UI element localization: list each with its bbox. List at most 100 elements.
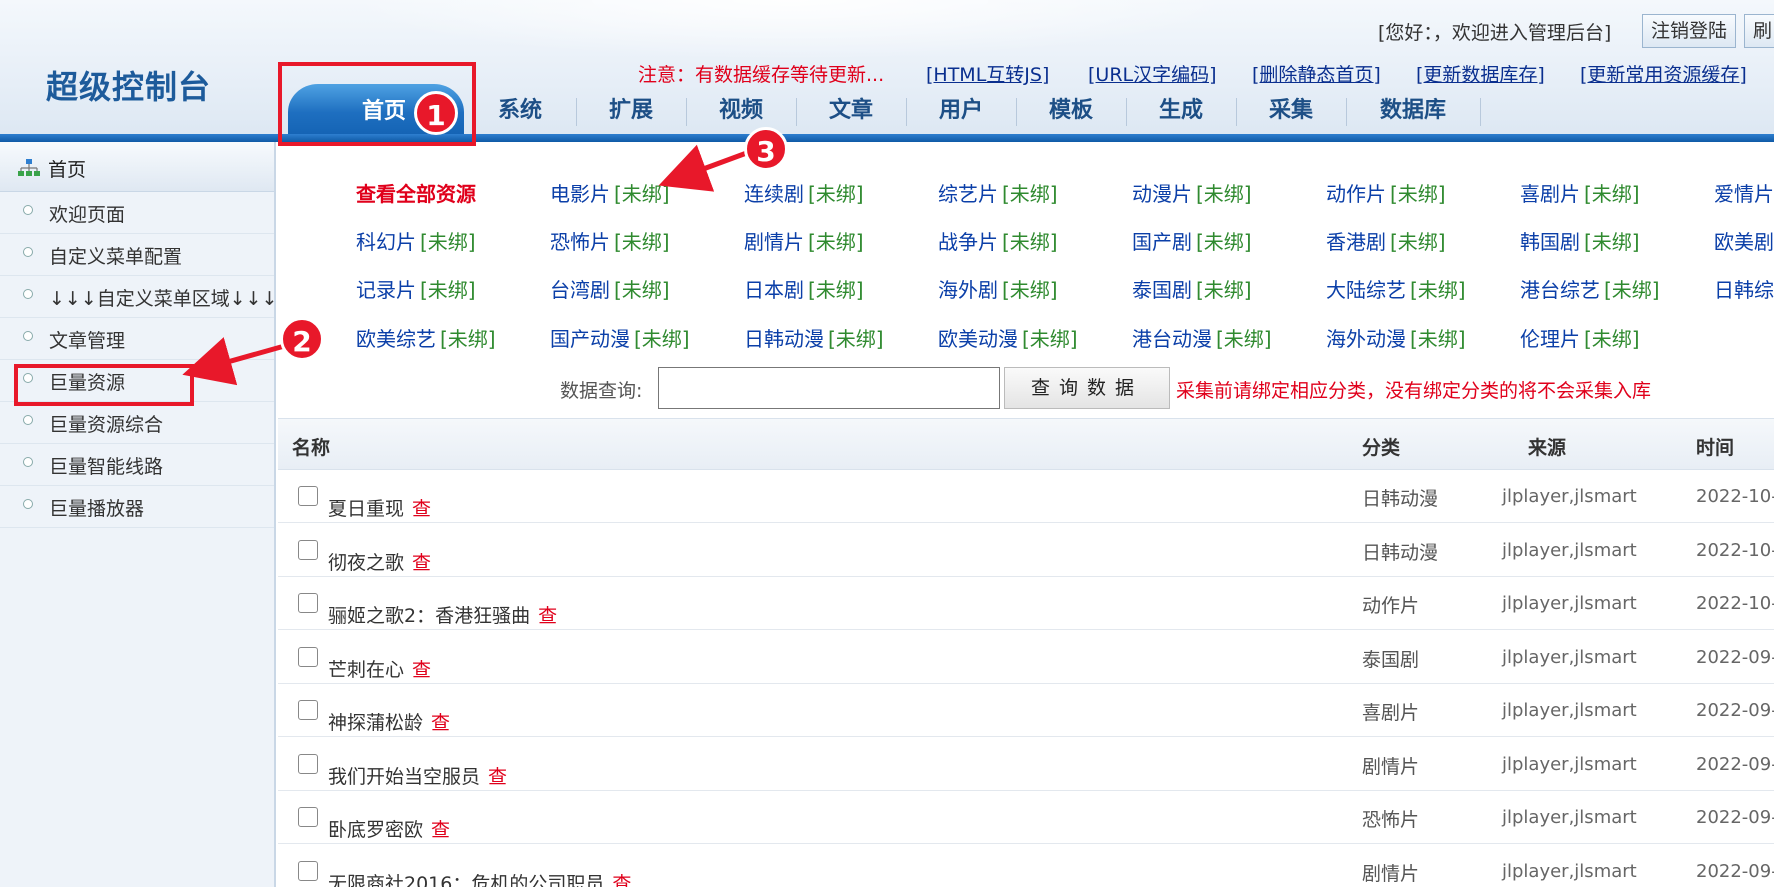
category-link[interactable]: 韩国剧 [未绑] <box>1520 226 1640 255</box>
bind-status[interactable]: [未绑] <box>1390 182 1446 206</box>
category-link[interactable]: 日本剧 [未绑] <box>744 274 864 303</box>
row-name[interactable]: 卧底罗密欧 <box>328 819 423 841</box>
row-checkbox[interactable] <box>298 486 318 506</box>
bind-status[interactable]: [未绑] <box>808 278 864 302</box>
category-link[interactable]: 欧美剧[未绑] <box>1714 226 1774 255</box>
row-name[interactable]: 芒刺在心 <box>328 659 404 681</box>
bind-status[interactable]: [未绑] <box>1604 278 1660 302</box>
bind-status[interactable]: [未绑] <box>1002 278 1058 302</box>
column-category[interactable]: 分类 <box>1362 433 1400 460</box>
update-resource-cache-link[interactable]: [更新常用资源缓存] <box>1580 60 1747 87</box>
search-input[interactable] <box>658 367 1000 409</box>
category-link[interactable]: 国产动漫 [未绑] <box>550 323 690 352</box>
bind-status[interactable]: [未绑] <box>440 327 496 351</box>
category-link[interactable]: 动作片 [未绑] <box>1326 178 1446 207</box>
bind-status[interactable]: [未绑] <box>1584 230 1640 254</box>
category-link[interactable]: 欧美动漫 [未绑] <box>938 323 1078 352</box>
category-link[interactable]: 日韩综[未绑] <box>1714 274 1774 303</box>
sidebar-item-custom-area[interactable]: ↓↓↓自定义菜单区域↓↓↓ <box>0 276 278 318</box>
category-link[interactable]: 港台综艺 [未绑] <box>1520 274 1660 303</box>
view-link[interactable]: 查 <box>488 766 507 788</box>
logout-button[interactable]: 注销登陆 <box>1642 14 1736 48</box>
tab-generate[interactable]: 生成 <box>1126 84 1236 134</box>
category-link[interactable]: 剧情片 [未绑] <box>744 226 864 255</box>
category-link[interactable]: 战争片 [未绑] <box>938 226 1058 255</box>
category-link[interactable]: 国产剧 [未绑] <box>1132 226 1252 255</box>
bind-status[interactable]: [未绑] <box>828 327 884 351</box>
bind-status[interactable]: [未绑] <box>1584 182 1640 206</box>
row-name[interactable]: 骊姬之歌2：香港狂骚曲 <box>328 605 530 627</box>
category-link[interactable]: 记录片 [未绑] <box>356 274 476 303</box>
bind-status[interactable]: [未绑] <box>1216 327 1272 351</box>
category-link[interactable]: 海外剧 [未绑] <box>938 274 1058 303</box>
tab-video[interactable]: 视频 <box>686 84 796 134</box>
sidebar-item-welcome[interactable]: 欢迎页面 <box>0 192 274 234</box>
refresh-button[interactable]: 刷 <box>1744 14 1774 48</box>
row-name[interactable]: 无限商社2016：危机的公司职员 <box>328 873 604 887</box>
category-link[interactable]: 电影片 [未绑] <box>550 178 670 207</box>
view-link[interactable]: 查 <box>538 605 557 627</box>
update-database-link[interactable]: [更新数据库存] <box>1416 60 1545 87</box>
search-button[interactable]: 查询数据 <box>1004 367 1170 409</box>
column-name[interactable]: 名称 <box>292 433 330 460</box>
row-checkbox[interactable] <box>298 646 318 667</box>
bind-status[interactable]: [未绑] <box>1022 327 1078 351</box>
category-link[interactable]: 连续剧 [未绑] <box>744 178 864 207</box>
row-name[interactable]: 我们开始当空服员 <box>328 766 480 788</box>
bind-status[interactable]: [未绑] <box>614 230 670 254</box>
category-link[interactable]: 港台动漫 [未绑] <box>1132 323 1272 352</box>
column-time[interactable]: 时间 <box>1696 433 1734 460</box>
bind-status[interactable]: [未绑] <box>1196 230 1252 254</box>
row-checkbox[interactable] <box>298 860 318 881</box>
sidebar-item-articles[interactable]: 文章管理 <box>0 318 274 360</box>
tab-system[interactable]: 系统 <box>464 84 576 134</box>
category-link[interactable]: 大陆综艺 [未绑] <box>1326 274 1466 303</box>
bind-status[interactable]: [未绑] <box>614 278 670 302</box>
category-link[interactable]: 海外动漫 [未绑] <box>1326 323 1466 352</box>
bind-status[interactable]: [未绑] <box>1390 230 1446 254</box>
category-link[interactable]: 欧美综艺 [未绑] <box>356 323 496 352</box>
category-link[interactable]: 喜剧片 [未绑] <box>1520 178 1640 207</box>
tab-collect[interactable]: 采集 <box>1236 84 1346 134</box>
sidebar-item-player[interactable]: 巨量播放器 <box>0 486 274 528</box>
tab-templates[interactable]: 模板 <box>1016 84 1126 134</box>
view-link[interactable]: 查 <box>412 552 431 574</box>
bind-status[interactable]: [未绑] <box>1002 230 1058 254</box>
bind-status[interactable]: [未绑] <box>634 327 690 351</box>
bind-status[interactable]: [未绑] <box>1002 182 1058 206</box>
row-checkbox[interactable] <box>298 700 318 720</box>
tab-extensions[interactable]: 扩展 <box>576 84 686 134</box>
row-checkbox[interactable] <box>298 807 318 827</box>
bind-status[interactable]: [未绑] <box>614 182 670 206</box>
view-link[interactable]: 查 <box>412 498 431 520</box>
row-checkbox[interactable] <box>298 753 318 774</box>
tab-articles[interactable]: 文章 <box>796 84 906 134</box>
bind-status[interactable]: [未绑] <box>808 230 864 254</box>
tab-users[interactable]: 用户 <box>906 84 1016 134</box>
view-link[interactable]: 查 <box>431 712 450 734</box>
bind-status[interactable]: [未绑] <box>1410 278 1466 302</box>
category-link[interactable]: 爱情片[未绑] <box>1714 178 1774 207</box>
row-name[interactable]: 神探蒲松龄 <box>328 712 423 734</box>
delete-static-home-link[interactable]: [删除静态首页] <box>1252 60 1381 87</box>
category-link[interactable]: 动漫片 [未绑] <box>1132 178 1252 207</box>
category-all-link[interactable]: 查看全部资源 <box>356 178 476 207</box>
row-checkbox[interactable] <box>298 539 318 560</box>
view-link[interactable]: 查 <box>612 873 631 887</box>
tab-database[interactable]: 数据库 <box>1346 84 1480 134</box>
view-link[interactable]: 查 <box>431 819 450 841</box>
category-link[interactable]: 伦理片 [未绑] <box>1520 323 1640 352</box>
bind-status[interactable]: [未绑] <box>1410 327 1466 351</box>
bind-status[interactable]: [未绑] <box>420 230 476 254</box>
category-link[interactable]: 台湾剧 [未绑] <box>550 274 670 303</box>
category-link[interactable]: 恐怖片 [未绑] <box>550 226 670 255</box>
sidebar-item-resources-all[interactable]: 巨量资源综合 <box>0 402 274 444</box>
sidebar-header[interactable]: 首页 <box>0 142 274 192</box>
category-link[interactable]: 泰国剧 [未绑] <box>1132 274 1252 303</box>
bind-status[interactable]: [未绑] <box>1196 278 1252 302</box>
category-link[interactable]: 香港剧 [未绑] <box>1326 226 1446 255</box>
sidebar-item-custom-menu[interactable]: 自定义菜单配置 <box>0 234 274 276</box>
row-name[interactable]: 夏日重现 <box>328 498 404 520</box>
html-js-link[interactable]: [HTML互转JS] <box>926 60 1049 87</box>
row-checkbox[interactable] <box>298 593 318 613</box>
